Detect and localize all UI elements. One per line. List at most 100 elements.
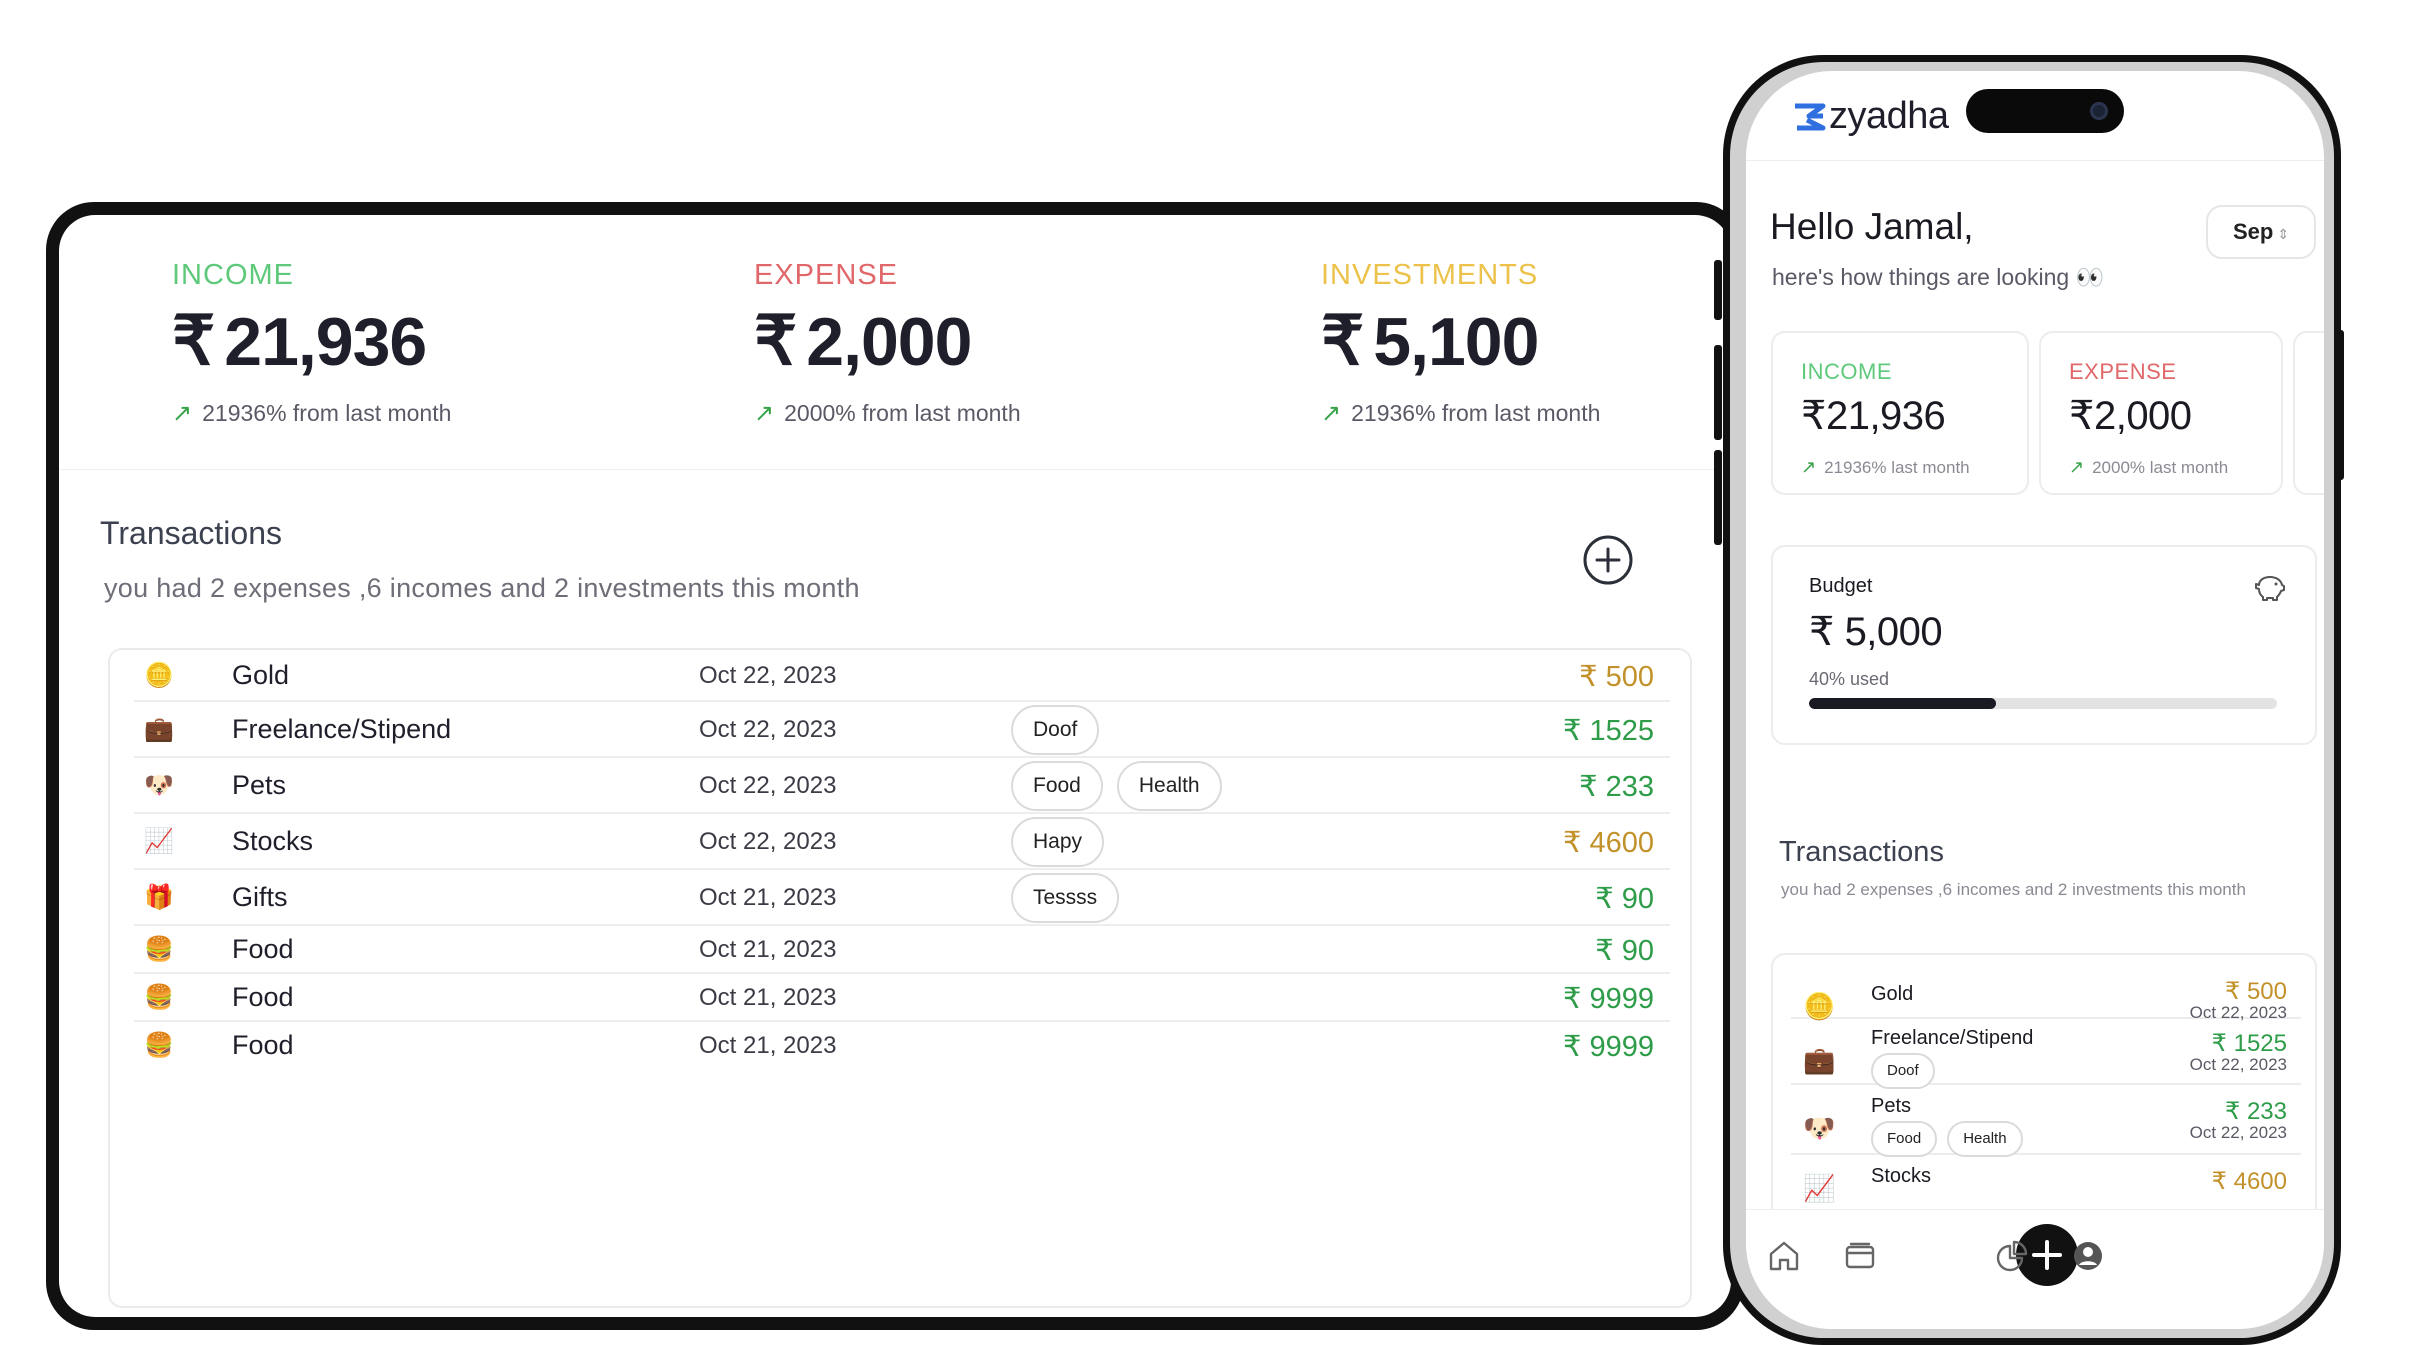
table-row[interactable]: 🍔 Food Oct 21, 2023 ₹ 9999 bbox=[134, 974, 1670, 1022]
plus-circle-icon bbox=[1583, 535, 1633, 585]
table-row[interactable]: 🍔 Food Oct 21, 2023 ₹ 9999 bbox=[134, 1022, 1670, 1070]
expense-stat: EXPENSE ₹2,000 ↗ 2000% from last month bbox=[754, 259, 1021, 428]
rupee-icon: ₹ bbox=[2069, 394, 2094, 438]
trend-up-icon: ↗ bbox=[2069, 457, 2085, 477]
trend-up-icon: ↗ bbox=[754, 400, 775, 427]
tag-chip[interactable]: Hapy bbox=[1011, 817, 1105, 867]
transaction-name: Pets bbox=[232, 770, 287, 800]
income-label: INCOME bbox=[1801, 359, 1892, 384]
budget-value: ₹ 5,000 bbox=[1809, 610, 1943, 654]
expense-amount: 2,000 bbox=[806, 303, 972, 380]
pie-chart-icon[interactable] bbox=[1994, 1238, 2030, 1274]
transaction-date: Oct 22, 2023 bbox=[699, 772, 837, 799]
transactions-title: Transactions bbox=[100, 515, 282, 551]
wallet-icon[interactable] bbox=[1842, 1238, 1878, 1274]
tag-list: Hapy bbox=[1011, 817, 1105, 867]
transaction-date: Oct 22, 2023 bbox=[699, 828, 837, 855]
phone-volume-down bbox=[1714, 450, 1722, 545]
budget-used-text: 40% used bbox=[1809, 669, 1890, 689]
rupee-icon: ₹ bbox=[1321, 303, 1364, 379]
transaction-amount: ₹ 9999 bbox=[1562, 1031, 1654, 1063]
table-row[interactable]: 🪙 Gold Oct 22, 2023 ₹ 500 bbox=[134, 650, 1670, 702]
transaction-date: Oct 22, 2023 bbox=[699, 716, 837, 743]
trend-up-icon: ↗ bbox=[172, 400, 193, 427]
table-row[interactable]: 💼 Freelance/Stipend Oct 22, 2023 Doof ₹ 1525 bbox=[134, 702, 1670, 758]
tag-chip[interactable]: Health bbox=[1116, 761, 1222, 811]
expense-change-text: 2000% last month bbox=[2092, 457, 2229, 477]
briefcase-icon: 💼 bbox=[1803, 1045, 1836, 1075]
profile-icon[interactable] bbox=[2070, 1238, 2106, 1274]
tag-list: Food Health bbox=[1011, 761, 1222, 811]
income-amount: 21,936 bbox=[224, 303, 427, 380]
tag-chip[interactable]: Food bbox=[1871, 1121, 1938, 1157]
transaction-amount: ₹ 9999 bbox=[1562, 983, 1654, 1015]
coin-icon: 🪙 bbox=[144, 662, 174, 689]
month-select[interactable]: Sep ⇕ bbox=[2206, 205, 2316, 259]
transaction-name: Gifts bbox=[232, 882, 288, 912]
tag-chip[interactable]: Tessss bbox=[1011, 873, 1120, 923]
transaction-date: Oct 22, 2023 bbox=[699, 662, 837, 689]
tag-list: Doof bbox=[1011, 705, 1100, 755]
transaction-date: Oct 22, 2023 bbox=[2189, 1055, 2287, 1074]
list-item[interactable]: 🪙 Gold ₹ 500 Oct 22, 2023 bbox=[1791, 955, 2301, 1022]
dog-icon: 🐶 bbox=[144, 772, 174, 799]
phone-screen: zyadha Hello Jamal, here's how things ar… bbox=[1746, 71, 2324, 1329]
tablet-screen: INCOME ₹21,936 ↗ 21936% from last month E… bbox=[59, 215, 1731, 1317]
chevron-updown-icon: ⇕ bbox=[2277, 226, 2290, 242]
chart-up-icon: 📈 bbox=[144, 828, 174, 855]
transaction-name: Gold bbox=[232, 660, 290, 690]
home-icon[interactable] bbox=[1766, 1238, 1802, 1274]
burger-icon: 🍔 bbox=[144, 984, 174, 1011]
rupee-icon: ₹ bbox=[754, 303, 797, 379]
tag-list: Tessss bbox=[1011, 873, 1120, 923]
income-stat: INCOME ₹21,936 ↗ 21936% from last month bbox=[172, 259, 451, 428]
phone-device-frame: zyadha Hello Jamal, here's how things ar… bbox=[1723, 55, 2341, 1345]
transaction-date: Oct 21, 2023 bbox=[699, 884, 837, 911]
transaction-name: Stocks bbox=[232, 826, 314, 856]
list-item[interactable]: 💼 Freelance/Stipend ₹ 1525 Oct 22, 2023 Doof bbox=[1791, 1017, 2301, 1089]
table-row[interactable]: 🍔 Food Oct 21, 2023 ₹ 90 bbox=[134, 926, 1670, 974]
trend-up-icon: ↗ bbox=[1321, 400, 1342, 427]
expense-value: ₹2,000 bbox=[2069, 393, 2192, 439]
tag-chip[interactable]: Doof bbox=[1011, 705, 1100, 755]
investments-stat: INVESTMENTS ₹5,100 ↗ 21936% from last mon… bbox=[1321, 259, 1600, 428]
expense-value: ₹2,000 bbox=[754, 302, 1021, 381]
piggy-bank-icon[interactable] bbox=[2253, 571, 2287, 605]
add-transaction-button[interactable] bbox=[1583, 535, 1633, 585]
income-change: ↗ 21936% from last month bbox=[172, 399, 451, 428]
tag-chip[interactable]: Food bbox=[1011, 761, 1103, 811]
dog-icon: 🐶 bbox=[1803, 1113, 1836, 1143]
greeting: Hello Jamal, bbox=[1770, 206, 1974, 247]
dynamic-island bbox=[1966, 89, 2124, 133]
greeting-subtitle: here's how things are looking 👀 bbox=[1772, 264, 2105, 290]
transaction-date: Oct 21, 2023 bbox=[699, 1032, 837, 1059]
budget-label: Budget bbox=[1809, 575, 1873, 597]
income-value: ₹21,936 bbox=[1801, 393, 1946, 439]
transaction-name: Food bbox=[232, 934, 294, 964]
brand-logo[interactable]: zyadha bbox=[1793, 95, 1949, 138]
budget-card[interactable]: Budget ₹ 5,000 40% used bbox=[1771, 545, 2317, 745]
table-row[interactable]: 📈 Stocks Oct 22, 2023 Hapy ₹ 4600 bbox=[134, 814, 1670, 870]
transaction-amount: ₹ 90 bbox=[1595, 935, 1654, 967]
chart-up-icon: 📈 bbox=[1803, 1173, 1836, 1203]
transaction-name: Freelance/Stipend bbox=[232, 714, 452, 744]
phone-side-button bbox=[1714, 260, 1722, 320]
transaction-amount: ₹ 500 bbox=[1579, 661, 1654, 693]
expense-label: EXPENSE bbox=[754, 259, 898, 291]
list-item[interactable]: 🐶 Pets ₹ 233 Oct 22, 2023 Food Health bbox=[1791, 1085, 2301, 1157]
table-row[interactable]: 🐶 Pets Oct 22, 2023 Food Health ₹ 233 bbox=[134, 758, 1670, 814]
expense-change: ↗ 2000% last month bbox=[2069, 457, 2228, 478]
transactions-subtitle: you had 2 expenses ,6 incomes and 2 inve… bbox=[104, 573, 860, 603]
list-item[interactable]: 📈 Stocks ₹ 4600 bbox=[1791, 1155, 2301, 1215]
transaction-amount: ₹ 233 bbox=[1579, 771, 1654, 803]
table-row[interactable]: 🎁 Gifts Oct 21, 2023 Tessss ₹ 90 bbox=[134, 870, 1670, 926]
tag-chip[interactable]: Doof bbox=[1871, 1053, 1935, 1089]
bottom-nav bbox=[1746, 1209, 2324, 1329]
tag-chip[interactable]: Health bbox=[1947, 1121, 2023, 1157]
investments-card-partial bbox=[2293, 331, 2324, 495]
burger-icon: 🍔 bbox=[144, 936, 174, 963]
month-value: Sep bbox=[2232, 219, 2274, 244]
brand-name: zyadha bbox=[1829, 95, 1949, 137]
tag-list: Food Health bbox=[1871, 1121, 2023, 1157]
transaction-name: Gold bbox=[1871, 983, 1914, 1005]
